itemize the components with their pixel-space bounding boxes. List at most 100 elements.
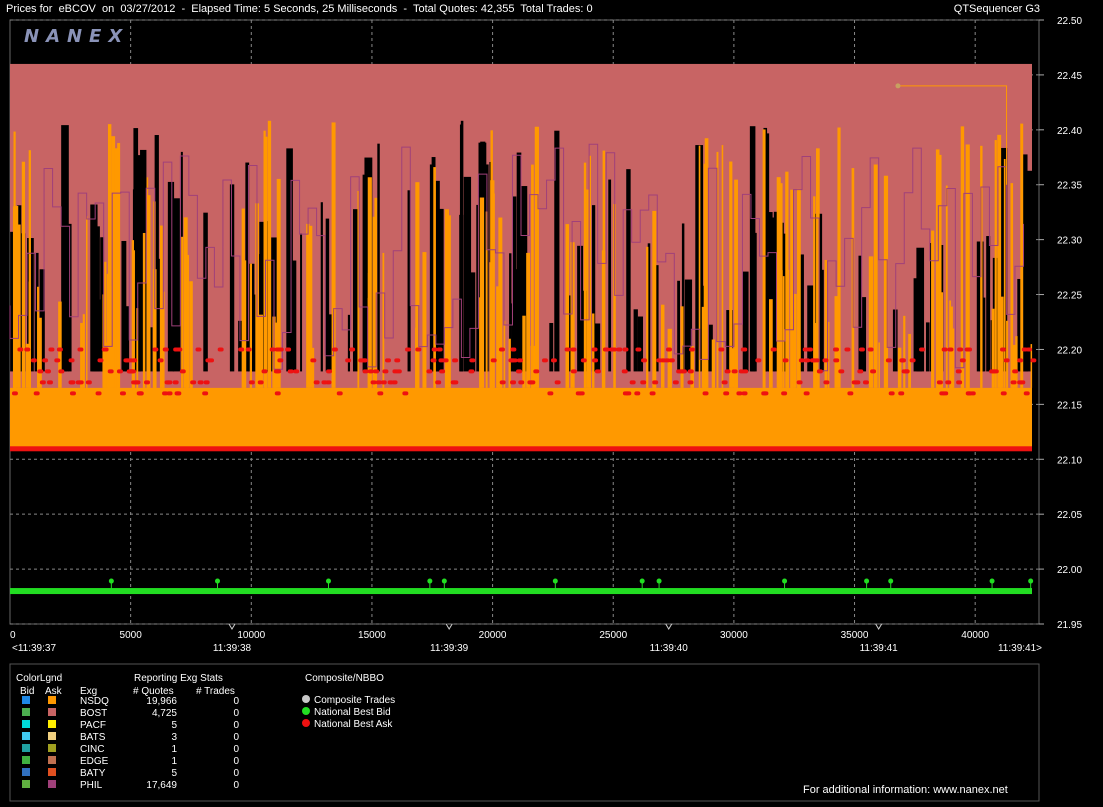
ask-color-swatch — [48, 756, 56, 764]
time-marker — [228, 623, 236, 630]
quote-gap — [157, 258, 160, 372]
y-tick-label: 22.35 — [1057, 181, 1082, 192]
stats-title: Reporting Exg Stats — [134, 673, 223, 684]
nsdq-ask-spike — [945, 185, 948, 388]
time-label: 11:39:39 — [430, 643, 469, 654]
nba-mark — [823, 380, 830, 385]
nsdq-ask-spike — [534, 126, 539, 388]
nba-mark — [37, 369, 44, 374]
nba-mark — [277, 347, 284, 352]
nba-mark — [867, 347, 874, 352]
nba-mark — [310, 358, 317, 363]
nsdq-ask-spike — [565, 224, 570, 388]
nba-mark — [77, 347, 84, 352]
nba-mark — [899, 358, 906, 363]
nba-mark — [541, 358, 548, 363]
nba-mark — [394, 358, 401, 363]
nba-mark — [516, 369, 523, 374]
ask-color-swatch — [48, 780, 56, 788]
nsdq-ask-spike — [980, 276, 983, 388]
nba-mark — [634, 391, 641, 396]
nsdq-ask-spike — [531, 270, 533, 388]
color-legend-title: ColorLgnd — [16, 673, 62, 684]
nsdq-ask-spike — [28, 150, 31, 388]
nsdq-ask-spike — [422, 252, 427, 388]
nsdq-ask-spike — [931, 230, 935, 388]
nba-mark — [652, 380, 659, 385]
nsdq-ask-spike — [142, 232, 146, 388]
footer-link[interactable]: For additional information: www.nanex.ne… — [803, 784, 1008, 796]
quote-gap — [577, 245, 584, 372]
nsdq-ask-spike — [522, 315, 526, 388]
nba-mark — [468, 369, 475, 374]
nsdq-ask-spike — [433, 167, 436, 388]
nba-mark — [490, 358, 497, 363]
nba-mark — [554, 380, 561, 385]
nba-mark — [803, 391, 810, 396]
nba-mark — [203, 380, 210, 385]
nsdq-ask-spike — [306, 223, 310, 388]
nba-mark — [97, 358, 104, 363]
x-tick-label: 5000 — [120, 630, 143, 641]
nsdq-ask-spike — [994, 140, 997, 388]
nba-mark — [592, 358, 599, 363]
nba-mark — [69, 391, 76, 396]
time-marker — [445, 623, 453, 630]
nba-mark — [42, 358, 49, 363]
bid-header: Bid — [20, 686, 34, 697]
trade-count: 0 — [233, 720, 239, 731]
nsdq-ask-spike — [132, 250, 135, 388]
exg-name: BATS — [80, 732, 106, 743]
nba-mark — [162, 391, 169, 396]
nba-mark — [164, 380, 171, 385]
nba-mark — [385, 358, 392, 363]
nba-mark — [755, 358, 762, 363]
y-tick-label: 22.40 — [1057, 126, 1082, 137]
nba-mark — [439, 369, 446, 374]
nba-mark — [903, 369, 910, 374]
nsdq-ask-spike — [873, 164, 878, 388]
nba-mark — [641, 358, 648, 363]
nba-mark — [672, 380, 679, 385]
nsdq-ask-spike — [667, 328, 672, 388]
nsdq-ask-spike — [824, 259, 828, 388]
trades-header: # Trades — [196, 686, 235, 697]
bid-color-swatch — [22, 756, 30, 764]
nbb-tick-dot — [108, 578, 114, 584]
time-label: 11:39:38 — [213, 643, 252, 654]
quote-count: 5 — [171, 768, 177, 779]
nba-mark — [656, 358, 663, 363]
nba-mark — [570, 347, 577, 352]
quote-gap — [917, 275, 922, 372]
nsdq-ask-spike — [711, 339, 716, 388]
nba-mark — [1023, 391, 1030, 396]
nba-mark — [285, 347, 292, 352]
nsdq-ask-spike — [797, 188, 801, 388]
nba-mark — [195, 347, 202, 352]
time-label: 11:39:40 — [650, 643, 689, 654]
nba-mark — [741, 391, 748, 396]
x-tick-label: 25000 — [599, 630, 627, 641]
nba-mark — [56, 347, 63, 352]
nba-mark — [257, 380, 264, 385]
quote-count: 19,966 — [146, 696, 177, 707]
nba-mark — [273, 369, 280, 374]
y-tick-label: 22.00 — [1057, 565, 1082, 576]
exg-name: EDGE — [80, 756, 109, 767]
nanex-logo: NANEX — [24, 26, 129, 47]
nba-mark — [702, 391, 709, 396]
quote-gap — [203, 212, 208, 372]
nbb-tick-dot — [427, 578, 433, 584]
exg-name: CINC — [80, 744, 104, 755]
quote-count: 4,725 — [152, 708, 177, 719]
quote-count: 1 — [171, 744, 177, 755]
nsdq-ask-spike — [186, 254, 190, 388]
quote-gap — [858, 255, 862, 372]
quote-gap — [626, 169, 631, 372]
nbb-tick-dot — [215, 578, 221, 584]
y-tick-label: 22.15 — [1057, 400, 1082, 411]
nba-mark — [362, 369, 369, 374]
nba-mark — [107, 369, 114, 374]
nsdq-ask-spike — [1003, 158, 1006, 388]
nba-mark — [802, 347, 809, 352]
